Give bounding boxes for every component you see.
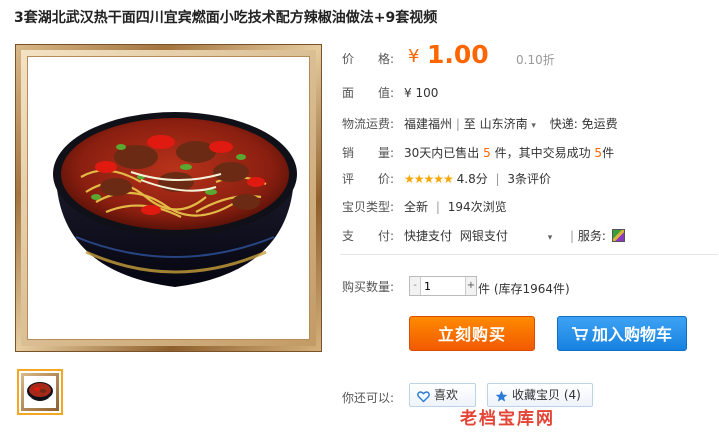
- watermark: 老档宝库网: [460, 409, 555, 429]
- face-value-row: 面 值: ¥ 100: [342, 84, 438, 101]
- quantity-plus-button[interactable]: +: [465, 277, 476, 295]
- payment-row: 支 付: 快捷支付 网银支付 ▾ | 服务:: [342, 227, 625, 244]
- quantity-label: 购买数量:: [342, 280, 395, 294]
- product-main-image[interactable]: [15, 44, 322, 352]
- cart-icon: [571, 318, 589, 353]
- rating-row: 评 价: ★★★★★ 4.8分 | 3条评价: [342, 170, 551, 187]
- sales-label: 销 量:: [342, 146, 395, 160]
- discount-value: 0.10折: [516, 53, 555, 67]
- favorite-label: 收藏宝贝 (4): [512, 388, 581, 402]
- shipping-label: 物流运费:: [342, 117, 395, 131]
- like-label: 喜欢: [434, 388, 459, 402]
- chevron-down-icon: ▾: [531, 121, 536, 131]
- service-icon[interactable]: [611, 229, 625, 242]
- product-thumbnail[interactable]: [17, 369, 63, 415]
- payment-bank: 网银支付: [459, 229, 508, 243]
- rating-separator: |: [495, 172, 500, 186]
- shipping-row: 物流运费: 福建福州 | 至 山东济南 ▾ 快递: 免运费: [342, 115, 618, 132]
- buy-now-button[interactable]: 立刻购买: [409, 316, 535, 351]
- sales-text-2: 件，其中交易成功: [494, 146, 591, 160]
- price-label: 价 格:: [342, 52, 395, 66]
- price-currency: ¥: [408, 46, 420, 67]
- payment-label: 支 付:: [342, 229, 395, 243]
- noodle-bowl-image: [46, 102, 304, 292]
- heart-icon: [417, 388, 430, 410]
- face-value-label: 面 值:: [342, 86, 395, 100]
- rating-stars-icon: ★★★★★: [404, 172, 454, 186]
- sold-count: 5: [483, 146, 491, 160]
- stock-text: 件 (库存1964件): [478, 282, 570, 296]
- more-actions-label: 你还可以:: [342, 391, 395, 405]
- condition-row: 宝贝类型: 全新 | 194次浏览: [342, 198, 507, 215]
- product-title: 3套湖北武汉热干面四川宜宾燃面小吃技术配方辣椒油做法+9套视频: [14, 10, 438, 26]
- ship-to-prefix: 至: [463, 117, 476, 131]
- ship-separator: |: [455, 117, 460, 131]
- quantity-stepper: - +: [409, 276, 477, 296]
- payment-quick: 快捷支付: [404, 229, 453, 243]
- ship-to-select[interactable]: 山东济南 ▾: [480, 117, 536, 131]
- payment-more-chevron-icon[interactable]: ▾: [548, 233, 553, 243]
- sales-text-3: 件: [602, 146, 615, 160]
- condition-value: 全新: [404, 200, 429, 214]
- divider: [340, 254, 718, 255]
- view-count: 194次浏览: [447, 200, 507, 214]
- rating-label: 评 价:: [342, 172, 395, 186]
- review-count-link[interactable]: 3条评价: [507, 172, 551, 186]
- success-count: 5: [594, 146, 603, 160]
- add-to-cart-label: 加入购物车: [591, 325, 672, 344]
- service-label: 服务:: [577, 229, 606, 243]
- price-value: 1.00: [427, 40, 489, 69]
- rating-score: 4.8分: [456, 172, 488, 186]
- express-label: 快递:: [549, 117, 578, 131]
- condition-separator: |: [435, 200, 440, 214]
- face-value: ¥ 100: [404, 86, 439, 100]
- sales-row: 销 量: 30天内已售出 5 件，其中交易成功 5件: [342, 144, 614, 161]
- add-to-cart-button[interactable]: 加入购物车: [557, 316, 687, 351]
- express-value: 免运费: [581, 117, 618, 131]
- service-separator: |: [570, 229, 575, 243]
- price-row: 价 格:: [342, 50, 404, 67]
- sales-text: 30天内已售出: [404, 146, 480, 160]
- quantity-minus-button[interactable]: -: [410, 277, 421, 295]
- quantity-input[interactable]: [424, 278, 464, 294]
- ship-from: 福建福州: [404, 117, 453, 131]
- condition-label: 宝贝类型:: [342, 200, 395, 214]
